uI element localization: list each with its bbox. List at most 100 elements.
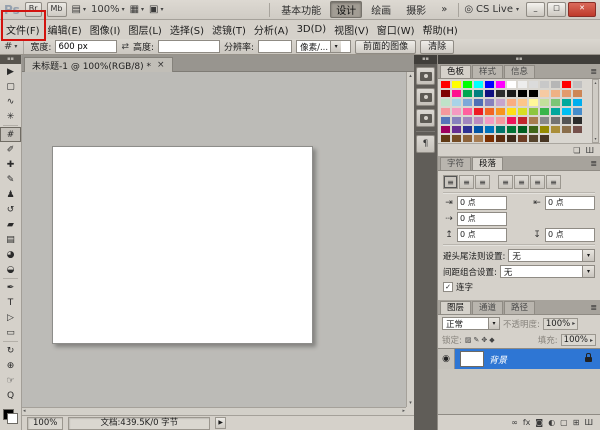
tab-paths[interactable]: 路径 bbox=[504, 301, 535, 314]
swatch-81[interactable] bbox=[462, 134, 473, 143]
swatch-13[interactable] bbox=[572, 80, 583, 89]
menu-item-7[interactable]: 分析(A) bbox=[250, 20, 293, 39]
new-layer-icon[interactable]: ⊞ bbox=[573, 418, 580, 427]
swatch-3[interactable] bbox=[462, 80, 473, 89]
link-layers-icon[interactable]: ∞ bbox=[511, 418, 518, 427]
swatch-80[interactable] bbox=[451, 134, 462, 143]
menu-item-3[interactable]: 图像(I) bbox=[86, 20, 125, 39]
swatch-75[interactable] bbox=[539, 125, 550, 134]
swatch-86[interactable] bbox=[517, 134, 528, 143]
tool-type[interactable]: T bbox=[0, 295, 21, 310]
tab-layers[interactable]: 图层 bbox=[440, 301, 471, 314]
swatch-10[interactable] bbox=[539, 80, 550, 89]
panel-menu-icon[interactable]: ≣ bbox=[590, 159, 597, 168]
visibility-eye-icon[interactable]: ◉ bbox=[438, 349, 455, 369]
tool-eraser[interactable]: ▰ bbox=[0, 217, 21, 232]
tool-clone-stamp[interactable]: ♟ bbox=[0, 187, 21, 202]
swatch-12[interactable] bbox=[561, 80, 572, 89]
swatch-7[interactable] bbox=[506, 80, 517, 89]
swatch-74[interactable] bbox=[528, 125, 539, 134]
menu-item-11[interactable]: 帮助(H) bbox=[419, 20, 462, 39]
tool-quick-selection[interactable]: ✳ bbox=[0, 109, 21, 124]
swatch-88[interactable] bbox=[539, 134, 550, 143]
lock-transparent-icon[interactable]: ▨ bbox=[465, 336, 472, 344]
tool-rectangular-marquee[interactable]: ▢ bbox=[0, 79, 21, 94]
swatch-25[interactable] bbox=[561, 89, 572, 98]
arrange-documents-button[interactable]: ▦ ▾ bbox=[130, 4, 144, 15]
menu-item-4[interactable]: 图层(L) bbox=[124, 20, 165, 39]
tab-channels[interactable]: 通道 bbox=[472, 301, 503, 314]
swatch-40[interactable] bbox=[440, 107, 451, 116]
status-menu-button[interactable]: ▶ bbox=[215, 417, 226, 429]
indent-left-input[interactable]: 0 点 bbox=[457, 196, 507, 210]
swatch-83[interactable] bbox=[484, 134, 495, 143]
swatch-17[interactable] bbox=[473, 89, 484, 98]
layer-name[interactable]: 背景 bbox=[489, 353, 507, 366]
menu-item-5[interactable]: 选择(S) bbox=[166, 20, 208, 39]
tool-pen[interactable]: ✒ bbox=[0, 280, 21, 295]
menu-item-2[interactable]: 编辑(E) bbox=[44, 20, 86, 39]
swatch-23[interactable] bbox=[539, 89, 550, 98]
swatch-38[interactable] bbox=[561, 98, 572, 107]
collapsed-panel-2[interactable] bbox=[416, 88, 435, 106]
dock-grip[interactable]: ▪▪ bbox=[414, 55, 437, 64]
swatch-51[interactable] bbox=[561, 107, 572, 116]
panel-menu-icon[interactable]: ≣ bbox=[590, 303, 597, 312]
document-canvas[interactable] bbox=[52, 146, 313, 344]
swatch-34[interactable] bbox=[517, 98, 528, 107]
toolbox-grip[interactable]: ▪▪ bbox=[0, 55, 21, 64]
swatch-36[interactable] bbox=[539, 98, 550, 107]
swatch-1[interactable] bbox=[440, 80, 451, 89]
tool-move[interactable]: ▶ bbox=[0, 64, 21, 79]
lock-image-icon[interactable]: ✎ bbox=[474, 336, 480, 344]
swatch-84[interactable] bbox=[495, 134, 506, 143]
kinsoku-select[interactable]: 无 ▾ bbox=[508, 249, 595, 262]
swatch-27[interactable] bbox=[440, 98, 451, 107]
swatch-47[interactable] bbox=[517, 107, 528, 116]
layer-style-icon[interactable]: fx bbox=[523, 418, 531, 427]
workspace-button-5[interactable]: » bbox=[435, 3, 453, 16]
first-line-indent-input[interactable]: 0 点 bbox=[457, 212, 507, 226]
scroll-right-icon[interactable]: ▸ bbox=[402, 408, 405, 415]
swatch-6[interactable] bbox=[495, 80, 506, 89]
space-after-input[interactable]: 0 点 bbox=[545, 228, 595, 242]
new-swatch-icon[interactable]: ❏ bbox=[573, 146, 580, 155]
background-color-swatch[interactable] bbox=[7, 413, 18, 424]
swatch-44[interactable] bbox=[484, 107, 495, 116]
panel-menu-icon[interactable]: ≣ bbox=[590, 67, 597, 76]
swatch-9[interactable] bbox=[528, 80, 539, 89]
swatch-65[interactable] bbox=[572, 116, 583, 125]
opacity-field[interactable]: 100% ▸ bbox=[543, 318, 578, 330]
tool-history-brush[interactable]: ↺ bbox=[0, 202, 21, 217]
tool-path-selection[interactable]: ▷ bbox=[0, 310, 21, 325]
layer-row-background[interactable]: ◉ 背景 bbox=[438, 349, 600, 369]
collapsed-panel-3[interactable] bbox=[416, 109, 435, 127]
close-icon[interactable]: × bbox=[157, 60, 165, 70]
justify-last-left-button[interactable]: ≡ bbox=[498, 175, 513, 189]
zoom-field[interactable]: 100% bbox=[27, 417, 63, 430]
swatch-41[interactable] bbox=[451, 107, 462, 116]
swatch-76[interactable] bbox=[550, 125, 561, 134]
swatch-63[interactable] bbox=[550, 116, 561, 125]
front-image-button[interactable]: 前面的图像 bbox=[355, 40, 416, 54]
swatch-71[interactable] bbox=[495, 125, 506, 134]
tab-character[interactable]: 字符 bbox=[440, 157, 471, 170]
swatch-39[interactable] bbox=[572, 98, 583, 107]
canvas-horizontal-scrollbar[interactable]: ◂ ▸ bbox=[22, 407, 406, 415]
swatch-79[interactable] bbox=[440, 134, 451, 143]
zoom-level-button[interactable]: 100% ▾ bbox=[91, 4, 125, 15]
align-left-button[interactable]: ≡ bbox=[443, 175, 458, 189]
delete-layer-icon[interactable]: Ш bbox=[584, 418, 593, 427]
workspace-button-4[interactable]: 摄影 bbox=[400, 1, 432, 18]
fill-field[interactable]: 100% ▸ bbox=[561, 334, 596, 346]
workspace-button-3[interactable]: 绘画 bbox=[365, 1, 397, 18]
swatch-85[interactable] bbox=[506, 134, 517, 143]
swatch-29[interactable] bbox=[462, 98, 473, 107]
tool-eyedropper[interactable]: ✐ bbox=[0, 142, 21, 157]
swatch-66[interactable] bbox=[440, 125, 451, 134]
swatch-42[interactable] bbox=[462, 107, 473, 116]
scroll-down-icon[interactable]: ▾ bbox=[407, 400, 414, 406]
document-tab[interactable]: 未标题-1 @ 100%(RGB/8) * × bbox=[24, 57, 173, 72]
resolution-unit-select[interactable]: 像素/... ▾ bbox=[296, 40, 351, 53]
tab-paragraph[interactable]: 段落 bbox=[472, 157, 503, 170]
